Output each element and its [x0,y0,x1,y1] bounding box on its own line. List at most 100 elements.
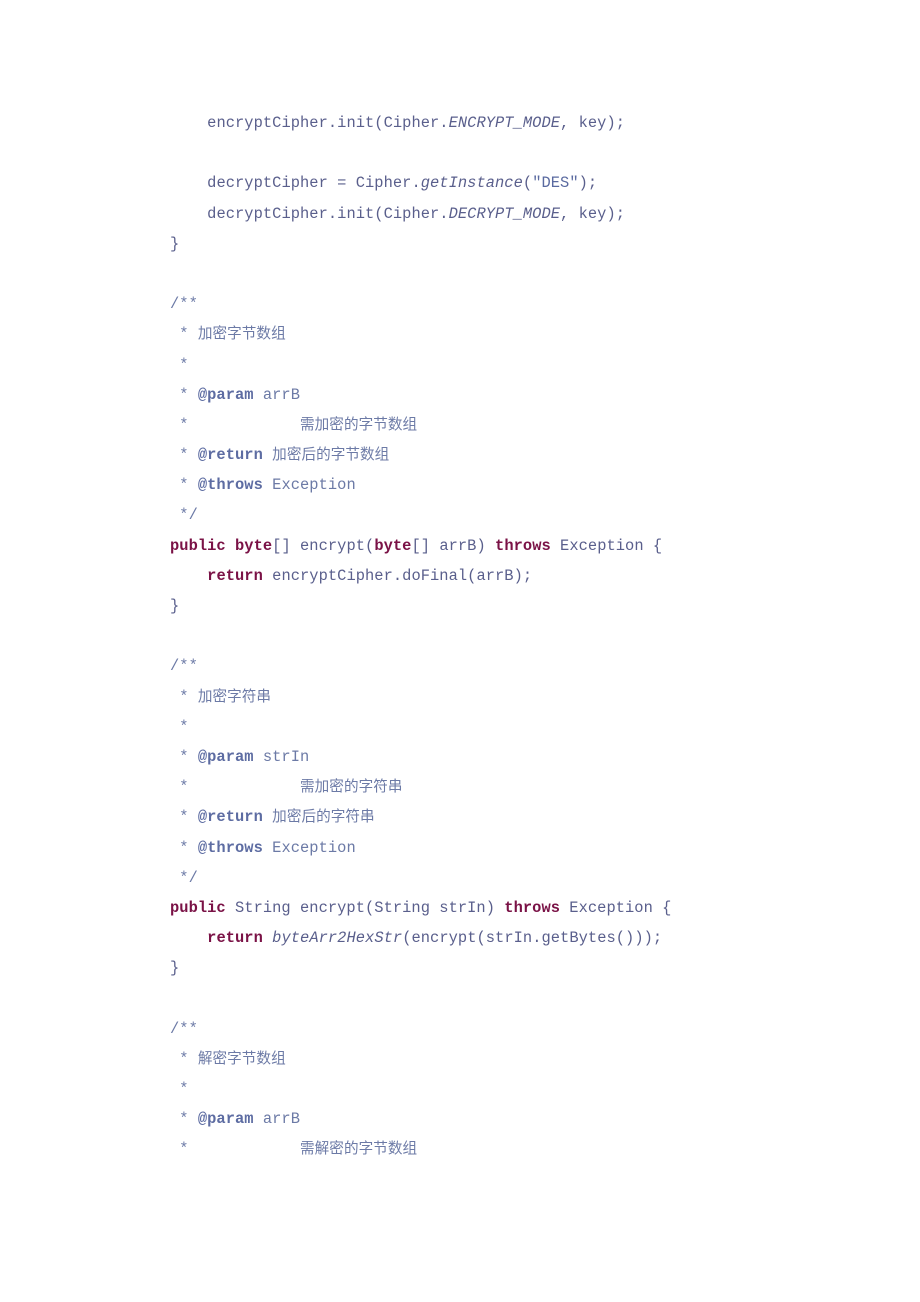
code-token-static: ENCRYPT_MODE [448,114,561,132]
code-line: /** [170,1014,880,1044]
code-line: return byteArr2HexStr(encrypt(strIn.getB… [170,923,880,953]
code-token-comment: * [170,385,198,404]
code-token-comment: Exception [262,476,356,495]
document-page: encryptCipher.init(Cipher.ENCRYPT_MODE, … [0,0,920,1302]
code-token-comment: * [170,838,198,857]
code-token-keyword: public [170,898,226,917]
code-line: /** [170,651,880,681]
code-line: } [170,229,880,259]
code-token-static: byteArr2HexStr [272,929,403,948]
code-token-static: getInstance [420,174,523,193]
code-token-comment-cjk: 加密后的字节数组 [272,446,390,464]
code-token-comment: arrB [253,1110,301,1129]
code-line: encryptCipher.init(Cipher.ENCRYPT_MODE, … [170,108,880,138]
code-token-plain: (encrypt(strIn.getBytes())); [402,929,663,948]
code-token-plain: } [170,597,180,615]
code-line: * @throws Exception [170,470,880,500]
code-token-comment: Exception [262,838,356,857]
code-line: * @throws Exception [170,833,880,863]
code-line: * @param arrB [170,1104,880,1134]
code-token-comment: * [170,717,189,736]
code-token-comment: */ [170,506,198,525]
code-token-comment [263,446,272,464]
code-token-comment: /** [170,1019,198,1038]
code-token-plain: decryptCipher = Cipher. [207,174,421,193]
code-token-plain: encryptCipher.doFinal(arrB); [262,566,533,585]
code-token-plain: } [170,234,180,253]
code-token-keyword: return [207,929,263,948]
code-token-comment: arrB [253,385,301,404]
code-token-comment-cjk: 需加密的字符串 [300,778,403,796]
code-token-comment-tag: @param [197,747,254,766]
code-line: * 需加密的字符串 [170,772,880,802]
code-token-comment: * [170,1110,198,1129]
code-token-comment: * [170,476,198,495]
code-token-comment: * [170,1140,301,1159]
code-line: public String encrypt(String strIn) thro… [170,893,880,923]
code-token-plain: [] encrypt( [272,536,375,555]
code-token-plain: ( [522,174,533,193]
code-token-comment-cjk: 加密后的字符串 [272,808,375,826]
code-token-plain: } [170,959,180,978]
code-token-plain: String encrypt(String strIn) [225,898,505,917]
code-token-plain: decryptCipher.init(Cipher. [207,204,449,223]
code-token-plain: [] arrB) [411,536,496,555]
code-line: */ [170,863,880,893]
code-token-comment-cjk: 加密字节数组 [197,325,286,343]
code-token-static: DECRYPT_MODE [448,204,561,223]
code-token-comment: * [170,446,198,465]
code-line: * @param strIn [170,742,880,772]
code-token-comment: * [170,415,301,434]
code-token-comment: * [170,687,198,706]
code-line: decryptCipher.init(Cipher.DECRYPT_MODE, … [170,199,880,229]
code-token-comment-cjk: 需解密的字节数组 [300,1140,418,1158]
code-line: return encryptCipher.doFinal(arrB); [170,561,880,591]
code-line: */ [170,500,880,530]
code-token-comment: /** [170,295,198,314]
code-token-plain: Exception { [550,536,663,555]
code-token-comment-cjk: 需加密的字节数组 [300,415,418,433]
code-line: * 加密字节数组 [170,319,880,349]
code-token-comment: * [170,1080,189,1098]
code-line: public byte[] encrypt(byte[] arrB) throw… [170,531,880,561]
code-token-comment-cjk: 解密字节数组 [197,1049,286,1067]
code-token-string: "DES" [532,174,579,193]
code-line: * 需解密的字节数组 [170,1134,880,1164]
code-token-keyword: throws [495,536,551,555]
code-token-comment: strIn [253,747,310,766]
code-line: /** [170,289,880,319]
code-token-plain: ); [578,174,598,193]
code-token-comment: * [170,1049,198,1068]
code-token-comment-tag: @param [197,385,254,404]
code-token-keyword: return [207,566,263,585]
code-line: * [170,1074,880,1104]
code-token-plain: encryptCipher.init(Cipher. [207,114,449,132]
code-token-plain: , key); [560,114,626,132]
code-token-keyword: byte [374,536,412,555]
code-token-comment: * [170,325,198,344]
code-line: } [170,953,880,983]
code-line: } [170,591,880,621]
code-token-plain: Exception { [560,898,672,917]
code-token-comment: */ [170,868,198,887]
code-token-comment: * [170,355,189,374]
code-token-keyword: throws [504,898,561,917]
code-line: * [170,712,880,742]
code-listing: encryptCipher.init(Cipher.ENCRYPT_MODE, … [170,108,880,1165]
code-token-comment-tag: @throws [197,476,263,495]
code-token-comment-tag: @return [197,808,263,827]
code-line: * 需加密的字节数组 [170,410,880,440]
code-token-comment: * [170,747,198,766]
code-line: * 解密字节数组 [170,1044,880,1074]
code-line: * [170,350,880,380]
code-token-comment-tag: @return [197,446,263,465]
code-token-comment: * [170,808,198,827]
